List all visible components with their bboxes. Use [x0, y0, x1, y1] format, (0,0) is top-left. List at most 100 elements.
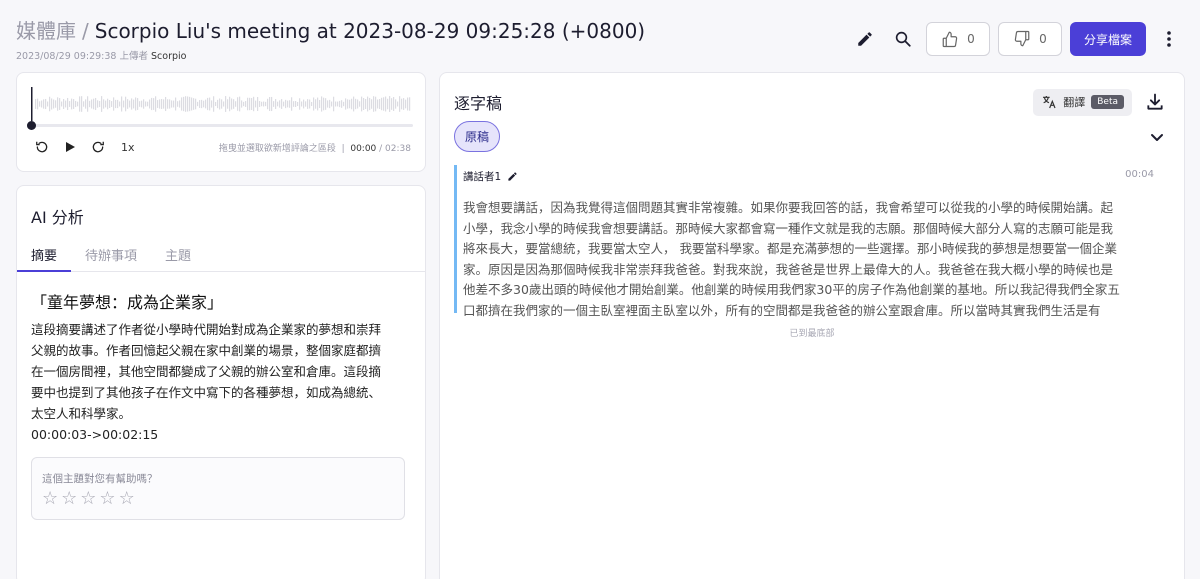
waveform-bar	[279, 100, 281, 108]
play-button[interactable]	[59, 139, 81, 155]
waveform-bar	[75, 100, 77, 108]
breadcrumb-media-library[interactable]: 媒體庫	[16, 16, 76, 46]
segment-text: 我會想要講話，因為我覺得這個問題其實非常複雜。如果你要我回答的話，我會希望可以從…	[463, 198, 1154, 321]
waveform-bar	[325, 98, 327, 110]
playback-speed[interactable]: 1x	[121, 141, 135, 154]
waveform-bar	[241, 100, 243, 108]
segment-line: 家。原因是因為那個時候我非常崇拜我爸爸。對我來說，我爸爸是世界上最偉大的人。我爸…	[463, 261, 1114, 277]
progress-bar[interactable]	[31, 124, 413, 127]
waveform-bar	[135, 97, 137, 111]
waveform-bar	[251, 98, 253, 110]
player-hint: 拖曳並選取欲新增評論之區段 | 00:00 / 02:38	[219, 141, 411, 154]
hint-separator: |	[341, 143, 345, 154]
waveform-bar	[153, 98, 155, 110]
waveform-bar	[305, 101, 307, 107]
star-icon[interactable]: ☆	[80, 489, 96, 509]
star-icon[interactable]: ☆	[119, 489, 135, 509]
segment-time[interactable]: 00:04	[1125, 169, 1154, 180]
waveform-bar	[65, 100, 67, 108]
waveform-bar	[119, 101, 121, 107]
waveform-bar	[387, 98, 389, 110]
waveform-bar	[137, 98, 139, 110]
waveform-bar	[353, 96, 355, 112]
waveform-bar	[265, 101, 267, 107]
tab-todo[interactable]: 待辦事項	[71, 248, 151, 272]
edit-title-button[interactable]	[850, 24, 880, 54]
like-button[interactable]: 0	[925, 22, 990, 56]
search-button[interactable]	[888, 24, 918, 54]
waveform-bar	[397, 101, 399, 107]
waveform-bar	[271, 96, 273, 112]
forward-button[interactable]	[87, 139, 109, 155]
transcript-segment[interactable]: 講話者1 00:04 我會想要講話，因為我覺得這個問題其實非常複雜。如果你要我回…	[454, 165, 1154, 318]
dislike-button[interactable]: 0	[997, 22, 1062, 56]
waveform-bar	[45, 98, 47, 110]
waveform-bar	[93, 98, 95, 110]
star-icon[interactable]: ☆	[61, 489, 77, 509]
waveform-bar	[409, 97, 411, 111]
expand-toggle[interactable]	[1150, 129, 1164, 148]
download-button[interactable]	[1140, 87, 1170, 117]
waveform-bar	[61, 101, 63, 107]
waveform-bar	[139, 101, 141, 107]
total-time: / 02:38	[379, 143, 411, 154]
breadcrumb-separator: /	[82, 19, 89, 43]
segment-line: 小學，我念小學的時候我會想要講話。那時候大家都會寫一種作文就是我的志願。那個時候…	[463, 220, 1114, 236]
waveform-bar	[57, 97, 59, 111]
page-header: 媒體庫 / Scorpio Liu's meeting at 2023-08-2…	[16, 16, 1184, 66]
waveform-bar	[181, 97, 183, 111]
waveform-bar	[121, 96, 123, 112]
waveform-bar	[343, 101, 345, 107]
star-icon[interactable]: ☆	[42, 489, 58, 509]
star-icon[interactable]: ☆	[99, 489, 115, 509]
waveform-bar	[37, 98, 39, 110]
waveform-bar	[363, 98, 365, 110]
waveform-bar	[333, 96, 335, 112]
waveform-bar	[141, 100, 143, 108]
waveform-bar	[253, 96, 255, 112]
feedback-question: 這個主題對您有幫助嗎？	[42, 473, 158, 485]
tab-summary[interactable]: 摘要	[17, 248, 72, 272]
segment-line: 將來長大，要當總統，我要當太空人， 我要當科學家。都是充滿夢想的一些選擇。那小時…	[463, 241, 1117, 256]
waveform-bar	[177, 101, 179, 107]
waveform-bar	[103, 99, 105, 109]
rewind-button[interactable]	[31, 139, 53, 155]
waveform-bar	[105, 100, 107, 108]
summary-line: 這段摘要講述了作者從小學時代開始對成為企業家的夢想和崇拜	[31, 322, 382, 337]
waveform-bar	[239, 96, 241, 112]
pencil-icon[interactable]	[507, 171, 518, 182]
waveform-bar	[187, 96, 189, 112]
waveform-bar	[143, 99, 145, 109]
waveform-bar	[183, 96, 185, 112]
progress-thumb[interactable]	[27, 121, 36, 130]
chevron-down-icon	[1151, 134, 1163, 141]
waveform-bar	[277, 101, 279, 107]
waveform-bar	[43, 99, 45, 109]
waveform-bar	[393, 97, 395, 111]
waveform-bar	[289, 100, 291, 108]
beta-badge: Beta	[1091, 95, 1124, 109]
waveform-bar	[189, 96, 191, 112]
waveform-bar	[99, 100, 101, 108]
waveform[interactable]	[31, 87, 411, 121]
segment-line: 口都擠在我們家的一個主臥室裡面主臥室以外，所有的空間都是我爸爸的辦公室跟倉庫。所…	[463, 302, 1101, 318]
waveform-bar	[317, 97, 319, 111]
share-file-button[interactable]: 分享檔案	[1069, 22, 1146, 56]
waveform-bar	[219, 98, 221, 110]
more-options-button[interactable]	[1154, 24, 1184, 54]
waveform-bar	[179, 100, 181, 108]
dislike-count: 0	[1039, 32, 1047, 46]
waveform-bar	[379, 99, 381, 109]
waveform-bar	[245, 101, 247, 107]
waveform-bar	[287, 100, 289, 108]
waveform-bar	[201, 99, 203, 109]
waveform-bar	[125, 96, 127, 112]
waveform-bar	[73, 99, 75, 109]
comment-hint-text: 拖曳並選取欲新增評論之區段	[218, 143, 336, 154]
waveform-bar	[299, 98, 301, 110]
translate-button[interactable]: 翻譯 Beta	[1033, 88, 1132, 116]
original-version-chip[interactable]: 原稿	[454, 121, 501, 152]
tab-topics[interactable]: 主題	[151, 248, 205, 272]
waveform-bar	[283, 101, 285, 107]
waveform-bar	[311, 101, 313, 107]
